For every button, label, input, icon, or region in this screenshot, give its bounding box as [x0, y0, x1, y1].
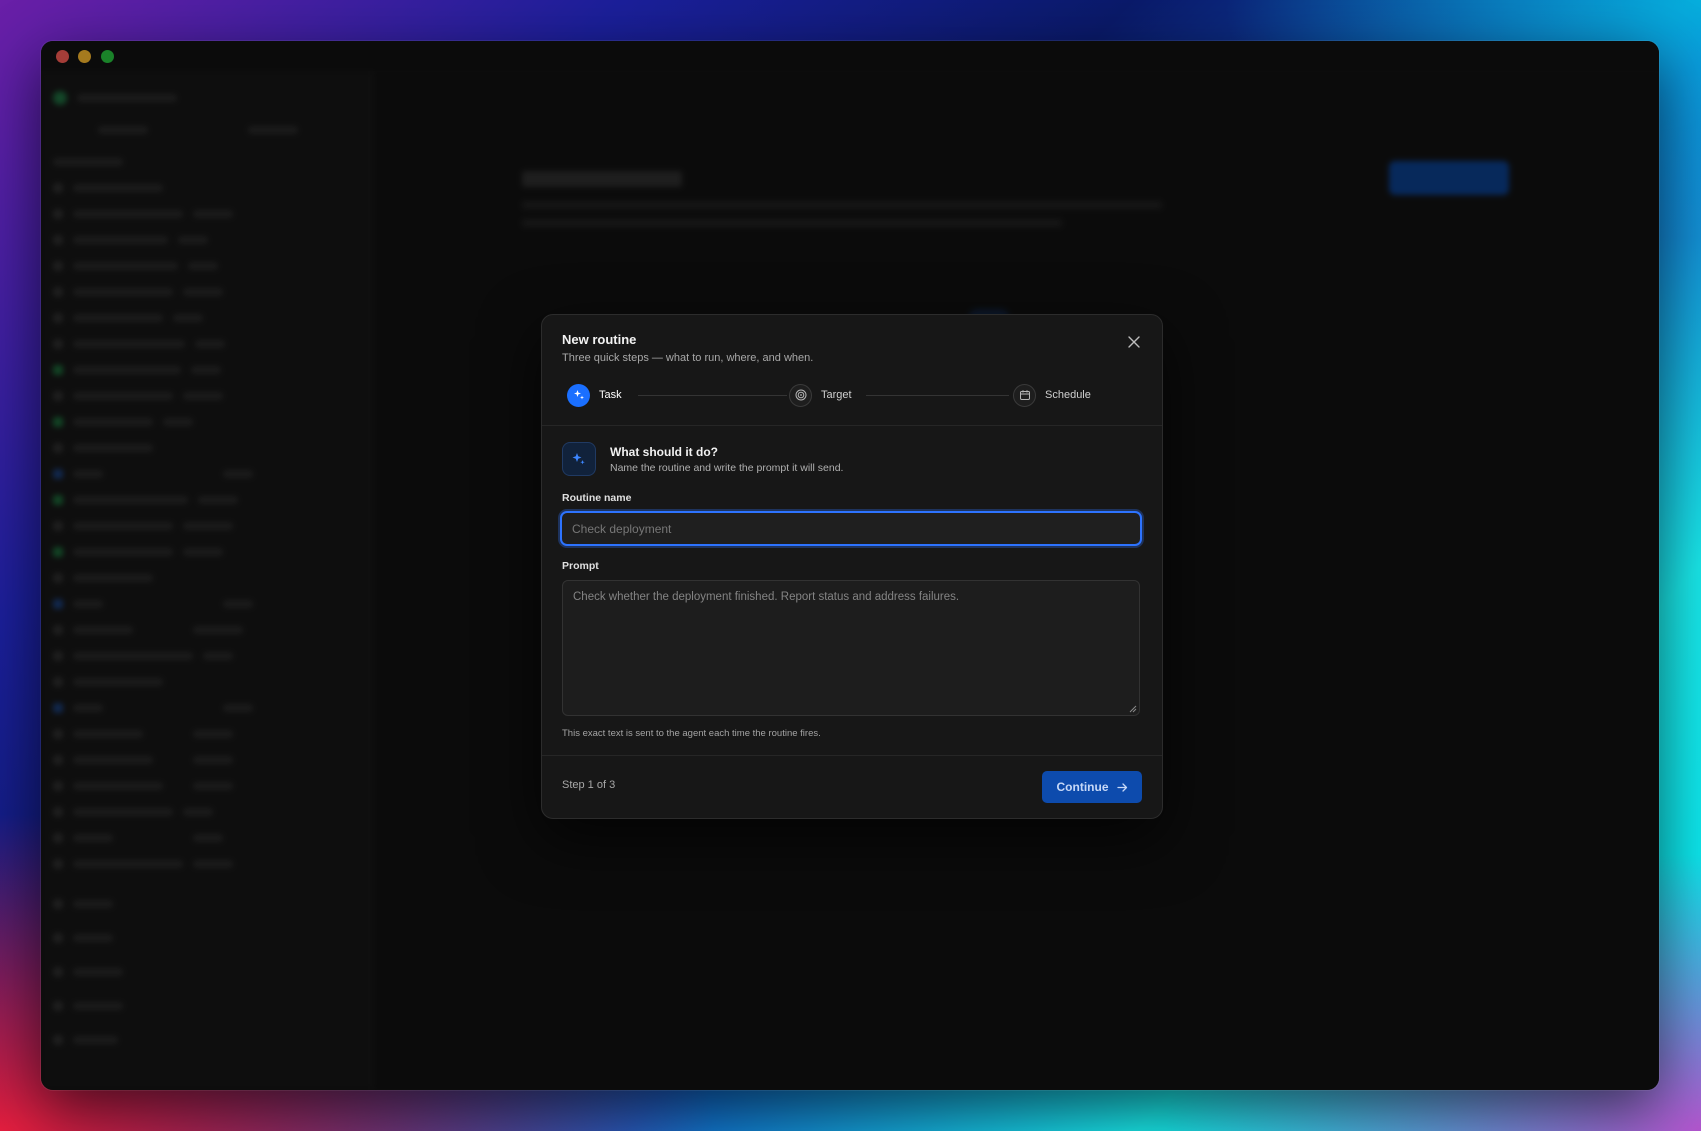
step-label: Schedule	[1045, 389, 1091, 401]
resize-handle-icon[interactable]	[1128, 704, 1137, 713]
new-routine-dialog: New routine Three quick steps — what to …	[541, 314, 1163, 819]
step-schedule[interactable]: Schedule	[1013, 383, 1091, 407]
dialog-title: New routine	[562, 332, 637, 347]
stepper: Task Target Schedule	[567, 383, 1137, 409]
step-connector	[866, 395, 1009, 396]
calendar-icon	[1013, 383, 1036, 407]
target-icon	[789, 383, 812, 407]
dialog-subtitle: Three quick steps — what to run, where, …	[562, 352, 814, 364]
step-connector	[638, 395, 787, 396]
prompt-hint: This exact text is sent to the agent eac…	[562, 728, 821, 739]
prompt-label: Prompt	[562, 560, 599, 572]
arrow-right-icon	[1116, 782, 1127, 792]
prompt-field[interactable]	[562, 580, 1140, 716]
step-indicator: Step 1 of 3	[562, 779, 616, 791]
sparkle-icon	[567, 383, 590, 407]
section-title: What should it do?	[610, 445, 718, 459]
step-label: Task	[599, 389, 622, 401]
prompt-textarea[interactable]	[563, 581, 1139, 715]
routine-name-input[interactable]	[562, 513, 1140, 544]
divider	[542, 755, 1162, 756]
continue-button[interactable]: Continue	[1042, 771, 1142, 803]
divider	[542, 425, 1162, 426]
section-subtitle: Name the routine and write the prompt it…	[610, 462, 844, 474]
close-icon[interactable]	[1124, 332, 1144, 352]
routine-name-field[interactable]	[560, 511, 1142, 546]
step-label: Target	[821, 389, 852, 401]
step-task[interactable]: Task	[567, 383, 622, 407]
routine-name-label: Routine name	[562, 492, 632, 504]
continue-label: Continue	[1056, 780, 1109, 794]
step-target[interactable]: Target	[789, 383, 852, 407]
sparkle-icon	[562, 442, 596, 476]
